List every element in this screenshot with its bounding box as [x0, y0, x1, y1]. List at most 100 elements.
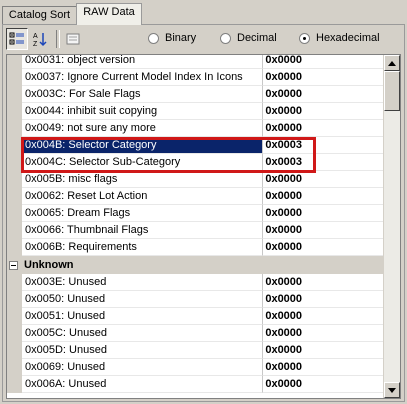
property-pages-icon	[66, 33, 80, 45]
toolbar-separator	[56, 30, 60, 48]
row-gutter	[7, 154, 22, 171]
property-grid: 0x0031: object version 0x0000 0x0037: Ign…	[6, 54, 401, 399]
property-value[interactable]: 0x0003	[263, 154, 384, 171]
property-value[interactable]: 0x0000	[263, 55, 384, 69]
property-value[interactable]: 0x0000	[263, 359, 384, 376]
row-gutter	[7, 222, 22, 239]
property-name: 0x006A: Unused	[22, 376, 264, 393]
collapse-icon[interactable]	[9, 260, 18, 270]
property-name: 0x0050: Unused	[22, 291, 264, 308]
radio-binary[interactable]: Binary	[148, 32, 196, 44]
property-row[interactable]: 0x0069: Unused 0x0000	[7, 359, 384, 376]
row-gutter	[7, 325, 22, 342]
row-gutter	[7, 239, 22, 256]
row-gutter	[7, 137, 22, 154]
tab-bar: Catalog Sort RAW Data	[0, 0, 407, 25]
property-value[interactable]: 0x0000	[263, 342, 384, 359]
arrow-down-icon	[388, 387, 396, 393]
property-row[interactable]: 0x0037: Ignore Current Model Index In Ic…	[7, 69, 384, 86]
property-value[interactable]: 0x0000	[263, 274, 384, 291]
alphabetical-sort-button[interactable]: A Z	[29, 28, 51, 50]
property-row[interactable]: 0x0062: Reset Lot Action 0x0000	[7, 188, 384, 205]
radio-circle-checked	[299, 32, 310, 44]
property-name: 0x0031: object version	[22, 55, 264, 69]
row-gutter	[7, 205, 22, 222]
property-value[interactable]: 0x0000	[263, 171, 384, 188]
property-row[interactable]: 0x003C: For Sale Flags 0x0000	[7, 86, 384, 103]
property-name: 0x004B: Selector Category	[22, 137, 264, 154]
property-row[interactable]: 0x0044: inhibit suit copying 0x0000	[7, 103, 384, 120]
property-value[interactable]: 0x0000	[263, 325, 384, 342]
radio-decimal-label: Decimal	[237, 32, 277, 44]
property-name: 0x005B: misc flags	[22, 171, 264, 188]
property-row[interactable]: 0x005D: Unused 0x0000	[7, 342, 384, 359]
property-name: 0x003C: For Sale Flags	[22, 86, 264, 103]
row-gutter	[7, 55, 22, 69]
property-value[interactable]: 0x0000	[263, 222, 384, 239]
sort-az-icon: A Z	[33, 33, 47, 47]
property-name: 0x0066: Thumbnail Flags	[22, 222, 264, 239]
category-header-unknown[interactable]: Unknown	[7, 256, 384, 274]
property-row[interactable]: 0x004C: Selector Sub-Category 0x0003	[7, 154, 384, 171]
property-value[interactable]: 0x0000	[263, 188, 384, 205]
property-row[interactable]: 0x0031: object version 0x0000	[7, 55, 384, 69]
property-row[interactable]: 0x005C: Unused 0x0000	[7, 325, 384, 342]
tab-catalog-sort[interactable]: Catalog Sort	[2, 6, 77, 24]
radio-circle	[220, 32, 231, 44]
property-row[interactable]: 0x0051: Unused 0x0000	[7, 308, 384, 325]
row-gutter	[7, 342, 22, 359]
row-gutter	[7, 86, 22, 103]
tab-raw-data[interactable]: RAW Data	[76, 3, 142, 25]
property-pages-button[interactable]	[62, 28, 84, 50]
property-row[interactable]: 0x0066: Thumbnail Flags 0x0000	[7, 222, 384, 239]
scroll-up-button[interactable]	[384, 55, 400, 71]
property-name: 0x004C: Selector Sub-Category	[22, 154, 264, 171]
property-row[interactable]: 0x005B: misc flags 0x0000	[7, 171, 384, 188]
property-value[interactable]: 0x0000	[263, 376, 384, 393]
property-name: 0x0069: Unused	[22, 359, 264, 376]
property-name: 0x0065: Dream Flags	[22, 205, 264, 222]
property-row[interactable]: 0x0049: not sure any more 0x0000	[7, 120, 384, 137]
property-name: 0x0037: Ignore Current Model Index In Ic…	[22, 69, 264, 86]
scroll-down-button[interactable]	[384, 382, 400, 398]
property-value[interactable]: 0x0000	[263, 239, 384, 256]
property-name: 0x005D: Unused	[22, 342, 264, 359]
row-gutter	[7, 274, 22, 291]
property-value[interactable]: 0x0000	[263, 103, 384, 120]
row-gutter	[7, 291, 22, 308]
property-value[interactable]: 0x0000	[263, 86, 384, 103]
property-row[interactable]: 0x0065: Dream Flags 0x0000	[7, 205, 384, 222]
row-gutter	[7, 120, 22, 137]
property-value[interactable]: 0x0000	[263, 205, 384, 222]
property-value[interactable]: 0x0000	[263, 308, 384, 325]
property-row[interactable]: 0x006A: Unused 0x0000	[7, 376, 384, 393]
property-row[interactable]: 0x0050: Unused 0x0000	[7, 291, 384, 308]
radio-hexadecimal-label: Hexadecimal	[316, 32, 380, 44]
radio-hexadecimal[interactable]: Hexadecimal	[299, 32, 380, 44]
radio-binary-label: Binary	[165, 32, 197, 44]
vertical-scrollbar[interactable]	[383, 55, 400, 398]
categorized-icon	[9, 32, 24, 45]
categorized-view-button[interactable]	[6, 28, 28, 50]
property-row[interactable]: 0x003E: Unused 0x0000	[7, 274, 384, 291]
property-name: 0x0051: Unused	[22, 308, 264, 325]
property-value[interactable]: 0x0000	[263, 120, 384, 137]
property-name: 0x0062: Reset Lot Action	[22, 188, 264, 205]
property-rows: 0x0031: object version 0x0000 0x0037: Ign…	[7, 55, 384, 393]
property-row[interactable]: 0x006B: Requirements 0x0000	[7, 239, 384, 256]
row-gutter	[7, 359, 22, 376]
radio-decimal[interactable]: Decimal	[220, 32, 277, 44]
property-row-selected[interactable]: 0x004B: Selector Category 0x0003	[7, 137, 384, 154]
property-name: 0x0049: not sure any more	[22, 120, 264, 137]
scroll-thumb[interactable]	[384, 71, 400, 111]
row-gutter	[7, 308, 22, 325]
property-name: 0x0044: inhibit suit copying	[22, 103, 264, 120]
svg-text:A: A	[33, 33, 38, 40]
property-value[interactable]: 0x0000	[263, 291, 384, 308]
property-value[interactable]: 0x0003	[263, 137, 384, 154]
row-gutter	[7, 103, 22, 120]
property-toolbar: A Z Binary Decimal Hexadecimal	[2, 28, 402, 52]
property-value[interactable]: 0x0000	[263, 69, 384, 86]
row-gutter	[7, 171, 22, 188]
row-gutter	[7, 376, 22, 393]
